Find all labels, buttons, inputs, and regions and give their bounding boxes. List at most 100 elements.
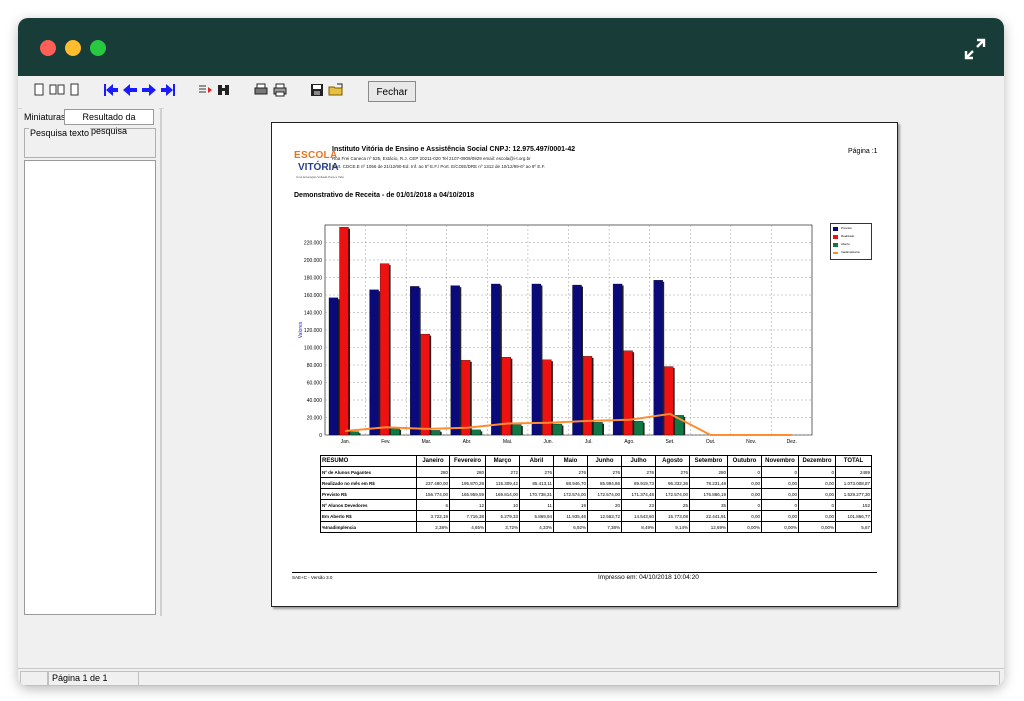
save-icon[interactable] — [308, 81, 326, 99]
footer-divider — [292, 572, 877, 573]
table-cell: 11 — [519, 499, 554, 511]
bar-shadow — [470, 361, 472, 435]
zoom-window-button[interactable] — [90, 40, 106, 56]
column-header: TOTAL — [835, 455, 872, 467]
bar — [512, 424, 522, 436]
table-cell: 0 — [761, 499, 799, 511]
y-tick-label: 40.000 — [307, 398, 323, 404]
pane-splitter[interactable] — [160, 108, 162, 616]
bar-shadow — [500, 285, 502, 435]
bar — [420, 333, 430, 436]
table-cell: 12 — [449, 499, 486, 511]
last-page-icon[interactable] — [159, 81, 177, 99]
bar — [593, 422, 603, 436]
table-cell: 272 — [485, 466, 520, 478]
previous-page-icon[interactable] — [121, 81, 139, 99]
search-text-label: Pesquisa texto — [29, 128, 91, 138]
table-cell: 7,38% — [587, 521, 622, 533]
search-text-group: Pesquisa texto — [24, 128, 156, 158]
single-page-icon[interactable] — [30, 81, 48, 99]
minimize-window-button[interactable] — [65, 40, 81, 56]
bar-shadow — [683, 416, 686, 435]
bar-shadow — [673, 368, 675, 435]
bar — [471, 429, 481, 436]
table-cell: 0 — [727, 466, 762, 478]
table-cell: 3,72% — [485, 521, 520, 533]
print-icon[interactable] — [271, 81, 289, 99]
table-cell: 280 — [416, 466, 450, 478]
row-label: Previsto R$ — [320, 488, 417, 500]
report-page: ESCOLA VITÓRIA Uma Educação Voltada Para… — [271, 122, 898, 607]
row-label: Nº de Alunos Pagantes — [320, 466, 417, 478]
search-results-list[interactable] — [24, 160, 156, 615]
x-tick-label: Ago. — [624, 439, 634, 445]
bar — [491, 283, 501, 436]
table-cell: 0 — [798, 466, 836, 478]
chart-legend: Previsto Realizado Aberto Inadimplência — [830, 223, 872, 260]
close-window-button[interactable] — [40, 40, 56, 56]
table-cell: 172.574,00 — [587, 488, 622, 500]
y-tick-label: 160.000 — [304, 293, 322, 299]
status-cell — [20, 671, 48, 686]
table-cell: 0,00% — [798, 521, 836, 533]
next-page-icon[interactable] — [140, 81, 158, 99]
tab-search-results[interactable]: Resultado da pesquisa — [64, 109, 154, 136]
table-cell: 276 — [553, 466, 588, 478]
summary-row: Em Aberto R$ 3.722,19 7.716,38 5.279,33 5.86… — [320, 510, 872, 522]
find-icon[interactable] — [215, 81, 233, 99]
legend-swatch — [833, 227, 838, 231]
table-cell: 0 — [727, 499, 762, 511]
school-logo-tagline: Uma Educação Voltada Para a Vida — [296, 175, 344, 179]
table-cell: 195.870,28 — [449, 477, 486, 489]
print-setup-icon[interactable] — [252, 81, 270, 99]
table-cell: 171.374,48 — [621, 488, 656, 500]
x-tick-label: Dez. — [787, 439, 797, 445]
open-icon[interactable] — [327, 81, 345, 99]
bar — [653, 280, 663, 436]
legend-swatch — [833, 252, 838, 254]
summary-header-row: RESUMO Janeiro Fevereiro Março Abril Mai… — [320, 455, 872, 467]
table-cell: 89.919,73 — [621, 477, 656, 489]
first-page-icon[interactable] — [102, 81, 120, 99]
tab-thumbnails[interactable]: Miniaturas — [24, 112, 66, 122]
bar — [339, 227, 349, 436]
y-tick-label: 220.000 — [304, 241, 322, 247]
table-cell: 5,67 — [835, 521, 872, 533]
multi-page-icon[interactable] — [66, 81, 84, 99]
column-header: Março — [485, 455, 520, 467]
y-axis-label: Valores — [298, 321, 304, 338]
table-cell: 85.413,11 — [519, 477, 554, 489]
table-cell: 20 — [587, 499, 622, 511]
x-tick-label: Mai. — [503, 439, 512, 445]
table-cell: 7.716,38 — [449, 510, 486, 522]
table-cell: 9,14% — [655, 521, 690, 533]
bar-shadow — [338, 299, 340, 435]
x-tick-label: Jun. — [543, 439, 552, 445]
close-report-button[interactable]: Fechar — [368, 81, 416, 102]
bar-shadow — [399, 429, 402, 435]
table-cell: 2489 — [835, 466, 872, 478]
y-tick-label: 180.000 — [304, 276, 322, 282]
y-tick-label: 140.000 — [304, 311, 322, 317]
table-cell: 3.722,19 — [416, 510, 450, 522]
bar — [379, 263, 390, 436]
table-cell: 165.959,59 — [449, 488, 486, 500]
bar — [349, 431, 360, 436]
find-next-icon[interactable] — [196, 81, 214, 99]
institution-authorization: Port. CDCE.E nº 1056 de 21/12/90-Ed. Inf… — [332, 164, 546, 169]
summary-body: Nº de Alunos Pagantes 280 280 272 276 276 276 2… — [320, 466, 872, 533]
legend-label: Inadimplência — [841, 250, 860, 254]
table-cell: 2,38% — [416, 521, 450, 533]
revenue-chart: 0 20.000 40.000 60.000 80.000 100.000 120.000 1… — [298, 224, 813, 445]
table-cell: 12,69% — [689, 521, 728, 533]
x-tick-label: Set. — [666, 439, 675, 445]
summary-row: Previsto R$ 156.774,00 165.959,59 169.814,0… — [320, 488, 872, 500]
table-cell: 0,00 — [727, 510, 762, 522]
table-cell: 19 — [553, 499, 588, 511]
print-preview-area[interactable]: ESCOLA VITÓRIA Uma Educação Voltada Para… — [164, 108, 1004, 615]
x-tick-label: Mar. — [422, 439, 432, 445]
column-header: Janeiro — [416, 455, 450, 467]
table-cell: 156.774,00 — [416, 488, 450, 500]
expand-icon[interactable] — [964, 38, 986, 60]
two-pages-icon[interactable] — [48, 81, 66, 99]
